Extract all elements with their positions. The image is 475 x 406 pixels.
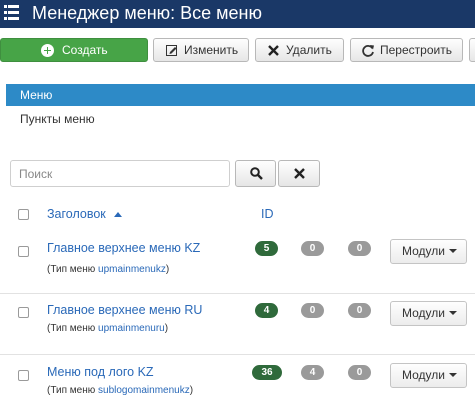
row-divider (0, 293, 475, 294)
row-checkbox[interactable] (18, 246, 29, 257)
create-button-label: Создать (62, 43, 108, 57)
menu-type-value[interactable]: upmainmenuru (98, 323, 165, 334)
rebuild-button-label: Перестроить (380, 43, 452, 57)
menu-type-suffix: ) (165, 264, 170, 275)
trashed-count-badge[interactable]: 0 (348, 365, 371, 380)
delete-button[interactable]: Удалить (255, 38, 344, 62)
column-header-title-label: Заголовок (47, 207, 106, 221)
sidebar-item-menus[interactable]: Меню (6, 84, 475, 106)
search-input[interactable] (10, 160, 230, 187)
close-icon (268, 45, 279, 56)
menu-title-link[interactable]: Главное верхнее меню KZ (47, 240, 200, 256)
menu-type-value[interactable]: upmainmenukz (98, 264, 166, 275)
page-title: Менеджер меню: Все меню (32, 3, 263, 23)
sidebar-item-menu-items[interactable]: Пункты меню (20, 109, 95, 129)
menu-title-link[interactable]: Меню под лого KZ (47, 364, 154, 380)
published-count-badge[interactable]: 5 (255, 241, 278, 256)
modules-label: Модули (402, 368, 445, 382)
search-icon (250, 167, 263, 180)
menu-type-prefix: (Тип меню (47, 264, 99, 275)
close-icon (294, 168, 305, 179)
delete-button-label: Удалить (286, 43, 332, 57)
caret-down-icon (448, 311, 457, 315)
modules-dropdown-button[interactable]: Модули (390, 301, 467, 326)
unpublished-count-badge[interactable]: 0 (301, 303, 324, 318)
modules-label: Модули (402, 306, 445, 320)
row-divider (0, 354, 475, 355)
menu-type: (Тип меню upmainmenukz) (47, 263, 169, 276)
select-all-checkbox[interactable] (18, 209, 29, 220)
rebuild-button[interactable]: Перестроить (350, 38, 463, 62)
column-header-id[interactable]: ID (261, 206, 274, 222)
plus-circle-icon (41, 44, 54, 57)
menu-type-prefix: (Тип меню (47, 323, 99, 334)
sort-ascending-icon (114, 212, 123, 217)
page-header: Менеджер меню: Все меню (0, 0, 475, 28)
clear-search-button[interactable] (278, 160, 320, 187)
menu-type-prefix: (Тип меню (47, 385, 99, 396)
menu-title-link[interactable]: Главное верхнее меню RU (47, 302, 202, 318)
unpublished-count-badge[interactable]: 0 (301, 241, 324, 256)
row-checkbox[interactable] (18, 370, 29, 381)
caret-down-icon (448, 373, 457, 377)
modules-label: Модули (402, 244, 445, 258)
create-button[interactable]: Создать (0, 38, 148, 62)
menu-type-value[interactable]: sublogomainmenukz (98, 385, 190, 396)
caret-down-icon (448, 249, 457, 253)
refresh-icon (362, 45, 374, 57)
edit-button-label: Изменить (184, 43, 239, 57)
menu-type: (Тип меню sublogomainmenukz) (47, 384, 193, 397)
edit-button[interactable]: Изменить (153, 38, 249, 62)
published-count-badge[interactable]: 4 (255, 303, 278, 318)
menu-type-suffix: ) (189, 385, 194, 396)
trashed-count-badge[interactable]: 0 (348, 241, 371, 256)
row-checkbox[interactable] (18, 307, 29, 318)
column-header-title[interactable]: Заголовок (47, 206, 123, 222)
menu-type-suffix: ) (164, 323, 169, 334)
menu-type: (Тип меню upmainmenuru) (47, 322, 168, 335)
trashed-count-badge[interactable]: 0 (348, 303, 371, 318)
search-button[interactable] (235, 160, 276, 187)
edit-icon (166, 45, 177, 56)
published-count-badge[interactable]: 36 (252, 365, 282, 380)
toolbar-more-button[interactable] (469, 38, 475, 62)
modules-dropdown-button[interactable]: Модули (390, 363, 467, 388)
menu-list-icon (4, 5, 19, 20)
unpublished-count-badge[interactable]: 4 (301, 365, 324, 380)
modules-dropdown-button[interactable]: Модули (390, 239, 467, 264)
